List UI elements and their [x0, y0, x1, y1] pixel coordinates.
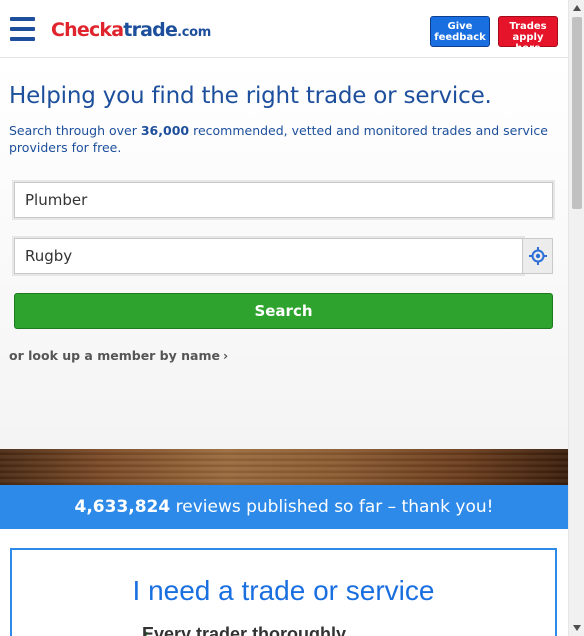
- scroll-up-arrow-icon[interactable]: [569, 0, 584, 16]
- hamburger-menu-icon[interactable]: [10, 17, 35, 41]
- member-lookup-label: or look up a member by name: [9, 348, 220, 363]
- search-button[interactable]: Search: [14, 293, 553, 329]
- trades-apply-label-line1: Trades: [509, 21, 547, 32]
- location-search-input[interactable]: Rugby: [14, 238, 523, 274]
- trade-search-input[interactable]: Plumber: [14, 182, 553, 218]
- chevron-right-icon: ›: [222, 348, 229, 363]
- trades-apply-label-line2: apply here: [512, 32, 544, 54]
- card-list-item: Every trader thoroughly: [142, 624, 347, 636]
- trade-service-card: I need a trade or service Every trader t…: [10, 548, 557, 636]
- card-title: I need a trade or service: [132, 575, 435, 606]
- subtext-count: 36,000: [140, 123, 190, 138]
- page-scrollbar[interactable]: [568, 0, 584, 636]
- trades-apply-button[interactable]: Trades apply here: [498, 16, 558, 54]
- give-feedback-button[interactable]: Give feedback: [430, 16, 490, 47]
- subtext-before: Search through over: [9, 123, 141, 138]
- locate-me-button[interactable]: [522, 238, 553, 274]
- wood-banner-image: [0, 449, 568, 485]
- give-feedback-label-line2: feedback: [434, 32, 486, 43]
- reviews-count: 4,633,824: [74, 497, 171, 517]
- site-header: Checkatrade.com Give feedback Trades app…: [0, 0, 568, 58]
- reviews-count-banner: 4,633,824 reviews published so far – tha…: [0, 485, 568, 529]
- crosshair-locate-icon: [528, 247, 547, 265]
- reviews-text: reviews published so far – thank you!: [170, 497, 494, 517]
- give-feedback-label-line1: Give: [447, 21, 473, 32]
- member-lookup-link[interactable]: or look up a member by name ›: [9, 348, 228, 363]
- page-headline: Helping you find the right trade or serv…: [9, 83, 492, 109]
- scroll-down-arrow-icon[interactable]: [569, 620, 584, 636]
- checkatrade-logo[interactable]: Checkatrade.com: [51, 19, 211, 41]
- scrollbar-thumb[interactable]: [572, 17, 582, 209]
- hero-subtext: Search through over 36,000 recommended, …: [9, 122, 549, 156]
